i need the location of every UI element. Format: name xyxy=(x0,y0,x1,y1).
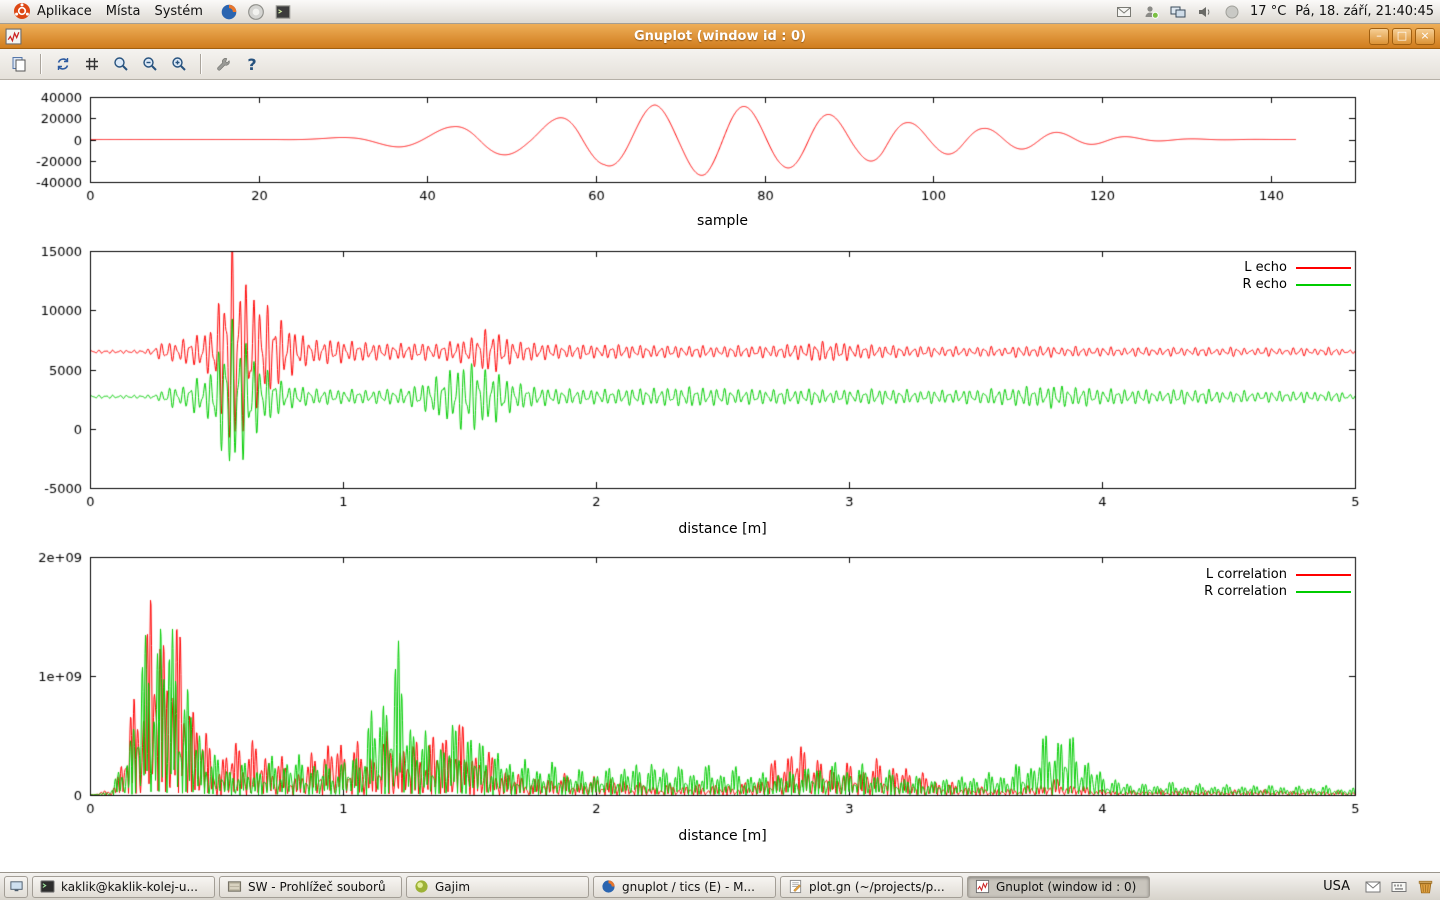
zoom-out-button[interactable] xyxy=(137,52,163,77)
file-manager-icon xyxy=(226,879,242,895)
gnuplot-window: Gnuplot (window id : 0) – □ × xyxy=(0,24,1440,872)
terminal-icon xyxy=(39,879,55,895)
toolbar: ? xyxy=(0,49,1440,80)
help-icon: ? xyxy=(247,55,256,74)
taskbar-button[interactable]: gnuplot / tics (E) - M... xyxy=(593,876,776,898)
input-method-icon[interactable] xyxy=(1390,878,1408,896)
user-switch-icon[interactable] xyxy=(1142,3,1160,21)
temperature-label: 17 °C xyxy=(1250,4,1286,19)
taskbar-button-label: plot.gn (~/projects/p... xyxy=(809,880,945,894)
gajim-icon xyxy=(413,879,429,895)
taskbar-button[interactable]: kaklik@kaklik-kolej-u... xyxy=(32,876,215,898)
gnuplot-icon xyxy=(974,879,990,895)
ubuntu-logo-icon xyxy=(12,1,32,21)
taskbar-button-label: Gajim xyxy=(435,880,470,894)
toolbar-separator xyxy=(200,54,202,74)
titlebar[interactable]: Gnuplot (window id : 0) – □ × xyxy=(0,24,1440,49)
taskbar-button[interactable]: SW - Prohlížeč souborů xyxy=(219,876,402,898)
minimize-button[interactable]: – xyxy=(1369,28,1389,45)
taskbar-button-label: SW - Prohlížeč souborů xyxy=(248,880,386,894)
maximize-button[interactable]: □ xyxy=(1392,28,1412,45)
zoom-in-button[interactable] xyxy=(166,52,192,77)
plot-area: sample distance [m] distance [m] L echo … xyxy=(0,80,1440,872)
taskbar-button-label: gnuplot / tics (E) - M... xyxy=(622,880,755,894)
volume-icon[interactable] xyxy=(1196,3,1214,21)
plot-canvas[interactable] xyxy=(0,80,1440,872)
zoom-previous-button[interactable] xyxy=(108,52,134,77)
window-icon[interactable] xyxy=(5,28,22,45)
firefox-icon xyxy=(600,879,616,895)
terminal-launcher-icon[interactable] xyxy=(273,2,293,22)
toolbar-separator xyxy=(40,54,42,74)
menu-places[interactable]: Místa xyxy=(100,3,149,21)
trash-icon[interactable] xyxy=(1416,878,1434,896)
clock[interactable]: Pá, 18. září, 21:40:45 xyxy=(1295,4,1434,19)
menu-applications[interactable]: Aplikace xyxy=(6,0,100,23)
taskbar-button-label: kaklik@kaklik-kolej-u... xyxy=(61,880,198,894)
browser-launcher-icon[interactable] xyxy=(219,2,239,22)
help-launcher-icon[interactable] xyxy=(246,2,266,22)
config-button[interactable] xyxy=(210,52,236,77)
menu-places-label: Místa xyxy=(106,4,141,19)
help-button[interactable]: ? xyxy=(239,52,265,77)
taskbar-button-label: Gnuplot (window id : 0) xyxy=(996,880,1136,894)
taskbar-button[interactable]: Gajim xyxy=(406,876,589,898)
top-panel: Aplikace Místa Systém xyxy=(0,0,1440,24)
grid-toggle-button[interactable] xyxy=(79,52,105,77)
text-editor-icon xyxy=(787,879,803,895)
taskbar: kaklik@kaklik-kolej-u... SW - Prohlížeč s… xyxy=(0,872,1440,900)
mail-notifier-icon[interactable] xyxy=(1364,878,1382,896)
menu-system-label: Systém xyxy=(154,4,202,19)
menu-applications-label: Aplikace xyxy=(37,4,92,19)
network-monitor-icon[interactable] xyxy=(1169,3,1187,21)
taskbar-button[interactable]: Gnuplot (window id : 0) xyxy=(967,876,1150,898)
menu-system[interactable]: Systém xyxy=(148,3,210,21)
keyboard-layout-indicator[interactable]: USA xyxy=(1317,877,1356,896)
window-title: Gnuplot (window id : 0) xyxy=(0,29,1440,44)
mail-tray-icon[interactable] xyxy=(1115,3,1133,21)
close-button[interactable]: × xyxy=(1415,28,1435,45)
replot-button[interactable] xyxy=(50,52,76,77)
weather-icon[interactable] xyxy=(1223,3,1241,21)
taskbar-button[interactable]: plot.gn (~/projects/p... xyxy=(780,876,963,898)
show-desktop-button[interactable] xyxy=(4,876,28,898)
taskbar-buttons: kaklik@kaklik-kolej-u... SW - Prohlížeč s… xyxy=(32,876,1150,898)
copy-clipboard-button[interactable] xyxy=(6,52,32,77)
